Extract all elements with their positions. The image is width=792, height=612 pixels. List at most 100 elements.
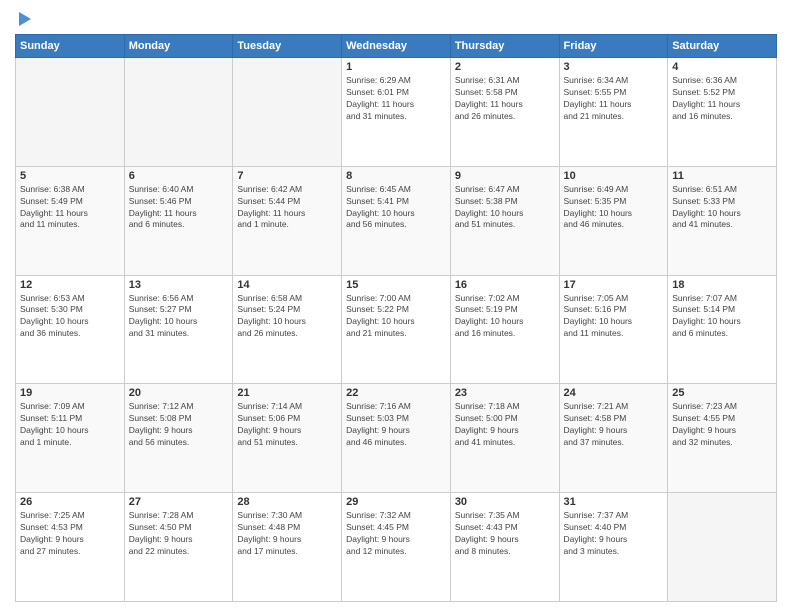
day-number: 27 — [129, 496, 229, 508]
day-info: Sunrise: 7:07 AM Sunset: 5:14 PM Dayligh… — [672, 293, 772, 341]
day-info: Sunrise: 6:45 AM Sunset: 5:41 PM Dayligh… — [346, 184, 446, 232]
day-number: 17 — [564, 279, 664, 291]
logo — [15, 10, 33, 26]
day-info: Sunrise: 6:53 AM Sunset: 5:30 PM Dayligh… — [20, 293, 120, 341]
day-info: Sunrise: 7:25 AM Sunset: 4:53 PM Dayligh… — [20, 510, 120, 558]
day-info: Sunrise: 7:23 AM Sunset: 4:55 PM Dayligh… — [672, 401, 772, 449]
day-info: Sunrise: 7:05 AM Sunset: 5:16 PM Dayligh… — [564, 293, 664, 341]
calendar-week-4: 19 Sunrise: 7:09 AM Sunset: 5:11 PM Dayli… — [16, 384, 777, 493]
day-info: Sunrise: 6:56 AM Sunset: 5:27 PM Dayligh… — [129, 293, 229, 341]
day-info: Sunrise: 6:36 AM Sunset: 5:52 PM Dayligh… — [672, 75, 772, 123]
calendar-cell: 12 Sunrise: 6:53 AM Sunset: 5:30 PM Dayli… — [16, 275, 125, 384]
weekday-header-friday: Friday — [559, 35, 668, 58]
calendar-cell: 1Sunrise: 6:29 AM Sunset: 6:01 PM Daylig… — [342, 58, 451, 167]
day-number: 19 — [20, 387, 120, 399]
calendar-cell: 5Sunrise: 6:38 AM Sunset: 5:49 PM Daylig… — [16, 166, 125, 275]
calendar-cell: 25Sunrise: 7:23 AM Sunset: 4:55 PM Dayli… — [668, 384, 777, 493]
day-info: Sunrise: 7:28 AM Sunset: 4:50 PM Dayligh… — [129, 510, 229, 558]
day-number: 3 — [564, 61, 664, 73]
day-number: 12 — [20, 279, 120, 291]
calendar-cell: 9Sunrise: 6:47 AM Sunset: 5:38 PM Daylig… — [450, 166, 559, 275]
day-number: 8 — [346, 170, 446, 182]
day-number: 7 — [237, 170, 337, 182]
weekday-header-thursday: Thursday — [450, 35, 559, 58]
day-info: Sunrise: 7:37 AM Sunset: 4:40 PM Dayligh… — [564, 510, 664, 558]
day-info: Sunrise: 7:18 AM Sunset: 5:00 PM Dayligh… — [455, 401, 555, 449]
day-number: 16 — [455, 279, 555, 291]
day-number: 20 — [129, 387, 229, 399]
day-number: 23 — [455, 387, 555, 399]
day-number: 15 — [346, 279, 446, 291]
calendar-week-5: 26 Sunrise: 7:25 AM Sunset: 4:53 PM Dayli… — [16, 493, 777, 602]
calendar-cell: 19 Sunrise: 7:09 AM Sunset: 5:11 PM Dayli… — [16, 384, 125, 493]
calendar-cell: 28 Sunrise: 7:30 AM Sunset: 4:48 PM Dayli… — [233, 493, 342, 602]
calendar-cell: 7Sunrise: 6:42 AM Sunset: 5:44 PM Daylig… — [233, 166, 342, 275]
day-number: 13 — [129, 279, 229, 291]
day-number: 29 — [346, 496, 446, 508]
weekday-header-row: SundayMondayTuesdayWednesdayThursdayFrid… — [16, 35, 777, 58]
day-number: 1 — [346, 61, 446, 73]
day-info: Sunrise: 6:38 AM Sunset: 5:49 PM Dayligh… — [20, 184, 120, 232]
calendar-cell — [668, 493, 777, 602]
day-info: Sunrise: 6:34 AM Sunset: 5:55 PM Dayligh… — [564, 75, 664, 123]
calendar-week-1: 1Sunrise: 6:29 AM Sunset: 6:01 PM Daylig… — [16, 58, 777, 167]
calendar-week-2: 5Sunrise: 6:38 AM Sunset: 5:49 PM Daylig… — [16, 166, 777, 275]
day-info: Sunrise: 7:09 AM Sunset: 5:11 PM Dayligh… — [20, 401, 120, 449]
calendar-cell: 13 Sunrise: 6:56 AM Sunset: 5:27 PM Dayli… — [124, 275, 233, 384]
weekday-header-tuesday: Tuesday — [233, 35, 342, 58]
calendar-cell: 20 Sunrise: 7:12 AM Sunset: 5:08 PM Dayli… — [124, 384, 233, 493]
day-number: 26 — [20, 496, 120, 508]
calendar-cell: 14 Sunrise: 6:58 AM Sunset: 5:24 PM Dayli… — [233, 275, 342, 384]
calendar-cell: 29 Sunrise: 7:32 AM Sunset: 4:45 PM Dayli… — [342, 493, 451, 602]
calendar-cell — [233, 58, 342, 167]
header — [15, 10, 777, 26]
day-info: Sunrise: 7:32 AM Sunset: 4:45 PM Dayligh… — [346, 510, 446, 558]
day-number: 18 — [672, 279, 772, 291]
day-info: Sunrise: 7:02 AM Sunset: 5:19 PM Dayligh… — [455, 293, 555, 341]
day-info: Sunrise: 7:00 AM Sunset: 5:22 PM Dayligh… — [346, 293, 446, 341]
day-info: Sunrise: 6:31 AM Sunset: 5:58 PM Dayligh… — [455, 75, 555, 123]
weekday-header-wednesday: Wednesday — [342, 35, 451, 58]
day-info: Sunrise: 6:40 AM Sunset: 5:46 PM Dayligh… — [129, 184, 229, 232]
day-info: Sunrise: 7:21 AM Sunset: 4:58 PM Dayligh… — [564, 401, 664, 449]
day-number: 10 — [564, 170, 664, 182]
calendar-cell: 16 Sunrise: 7:02 AM Sunset: 5:19 PM Dayli… — [450, 275, 559, 384]
day-number: 14 — [237, 279, 337, 291]
calendar-cell: 2 Sunrise: 6:31 AM Sunset: 5:58 PM Daylig… — [450, 58, 559, 167]
calendar-cell: 17 Sunrise: 7:05 AM Sunset: 5:16 PM Dayli… — [559, 275, 668, 384]
day-number: 4 — [672, 61, 772, 73]
calendar-cell — [124, 58, 233, 167]
calendar-cell: 27 Sunrise: 7:28 AM Sunset: 4:50 PM Dayli… — [124, 493, 233, 602]
day-info: Sunrise: 7:14 AM Sunset: 5:06 PM Dayligh… — [237, 401, 337, 449]
day-info: Sunrise: 7:35 AM Sunset: 4:43 PM Dayligh… — [455, 510, 555, 558]
calendar-page: SundayMondayTuesdayWednesdayThursdayFrid… — [0, 0, 792, 612]
day-number: 24 — [564, 387, 664, 399]
calendar-cell — [16, 58, 125, 167]
weekday-header-saturday: Saturday — [668, 35, 777, 58]
day-info: Sunrise: 7:30 AM Sunset: 4:48 PM Dayligh… — [237, 510, 337, 558]
day-number: 6 — [129, 170, 229, 182]
day-info: Sunrise: 6:51 AM Sunset: 5:33 PM Dayligh… — [672, 184, 772, 232]
calendar-cell: 18 Sunrise: 7:07 AM Sunset: 5:14 PM Dayli… — [668, 275, 777, 384]
day-number: 11 — [672, 170, 772, 182]
calendar-cell: 4 Sunrise: 6:36 AM Sunset: 5:52 PM Daylig… — [668, 58, 777, 167]
day-number: 9 — [455, 170, 555, 182]
calendar-cell: 31Sunrise: 7:37 AM Sunset: 4:40 PM Dayli… — [559, 493, 668, 602]
day-info: Sunrise: 7:12 AM Sunset: 5:08 PM Dayligh… — [129, 401, 229, 449]
calendar-cell: 21Sunrise: 7:14 AM Sunset: 5:06 PM Dayli… — [233, 384, 342, 493]
day-info: Sunrise: 6:49 AM Sunset: 5:35 PM Dayligh… — [564, 184, 664, 232]
calendar-cell: 30 Sunrise: 7:35 AM Sunset: 4:43 PM Dayli… — [450, 493, 559, 602]
calendar-week-3: 12 Sunrise: 6:53 AM Sunset: 5:30 PM Dayli… — [16, 275, 777, 384]
calendar-cell: 8 Sunrise: 6:45 AM Sunset: 5:41 PM Daylig… — [342, 166, 451, 275]
day-info: Sunrise: 6:58 AM Sunset: 5:24 PM Dayligh… — [237, 293, 337, 341]
day-number: 30 — [455, 496, 555, 508]
day-number: 28 — [237, 496, 337, 508]
weekday-header-monday: Monday — [124, 35, 233, 58]
calendar-cell: 3 Sunrise: 6:34 AM Sunset: 5:55 PM Daylig… — [559, 58, 668, 167]
calendar-cell: 26 Sunrise: 7:25 AM Sunset: 4:53 PM Dayli… — [16, 493, 125, 602]
calendar-cell: 23 Sunrise: 7:18 AM Sunset: 5:00 PM Dayli… — [450, 384, 559, 493]
calendar-cell: 10 Sunrise: 6:49 AM Sunset: 5:35 PM Dayli… — [559, 166, 668, 275]
calendar-cell: 11 Sunrise: 6:51 AM Sunset: 5:33 PM Dayli… — [668, 166, 777, 275]
day-number: 2 — [455, 61, 555, 73]
weekday-header-sunday: Sunday — [16, 35, 125, 58]
